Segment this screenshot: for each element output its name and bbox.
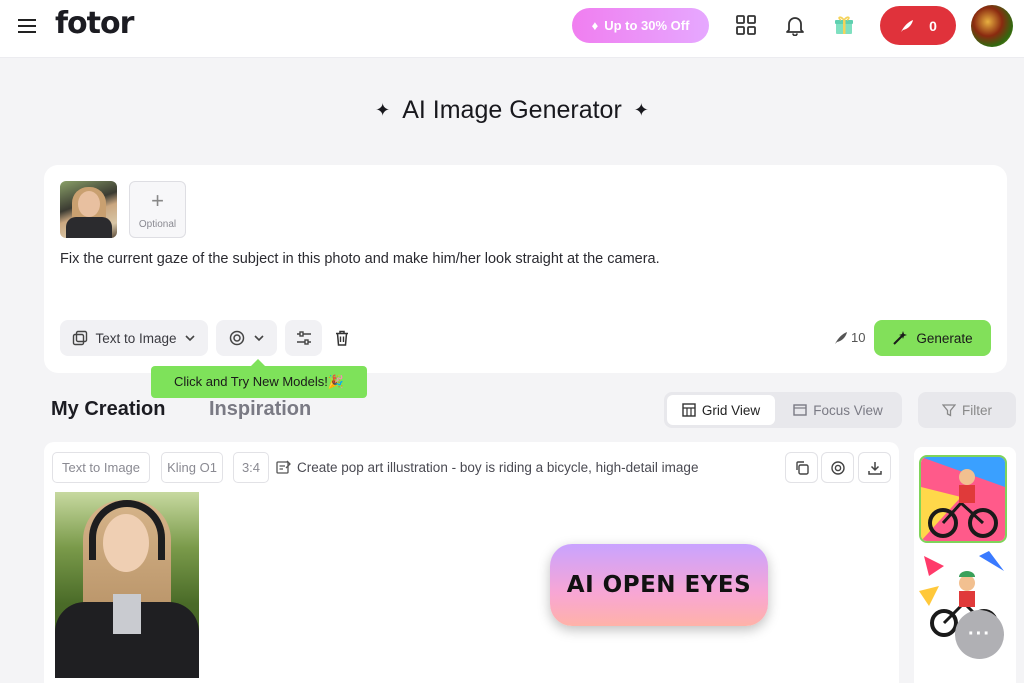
apps-grid-icon[interactable] [735, 14, 757, 36]
history-thumbnail-selected[interactable] [919, 455, 1007, 543]
grid-view-icon [682, 403, 696, 417]
chevron-down-icon [184, 335, 195, 342]
user-avatar[interactable] [971, 5, 1013, 47]
focus-view-icon [793, 404, 807, 416]
page-title-text: AI Image Generator [402, 96, 622, 124]
top-header: fotor ♦ Up to 30% Off 0 [0, 0, 1024, 58]
plus-icon: + [151, 188, 164, 213]
model-info-button[interactable] [821, 452, 854, 483]
promo-button[interactable]: ♦ Up to 30% Off [572, 8, 709, 43]
cost-value: 10 [851, 330, 866, 345]
bell-icon[interactable] [784, 14, 806, 36]
filter-label: Filter [962, 402, 992, 418]
trash-icon[interactable] [333, 329, 351, 347]
promo-label: Up to 30% Off [604, 18, 690, 33]
copy-button[interactable] [785, 452, 818, 483]
focus-view-button[interactable]: Focus View [779, 395, 897, 425]
hamburger-menu-icon[interactable] [17, 16, 37, 36]
chevron-down-icon [254, 335, 264, 342]
model-dropdown[interactable] [216, 320, 277, 356]
feather-icon [901, 19, 914, 32]
grid-view-label: Grid View [701, 402, 761, 418]
model-tag: Kling O1 [161, 452, 223, 483]
download-button[interactable] [858, 452, 891, 483]
filter-button[interactable]: Filter [918, 392, 1016, 428]
edit-prompt-icon [276, 460, 291, 474]
ratio-tag: 3:4 [233, 452, 269, 483]
sliders-icon [296, 331, 311, 345]
pop-art-thumbnail [921, 457, 1005, 541]
result-prompt[interactable]: Create pop art illustration - boy is rid… [276, 460, 698, 475]
magic-wand-icon [893, 331, 908, 345]
diamond-icon: ♦ [591, 18, 599, 33]
mode-label: Text to Image [95, 330, 177, 346]
image-mode-icon [73, 330, 88, 346]
new-models-tooltip[interactable]: Click and Try New Models!🎉 [151, 359, 367, 398]
focus-view-label: Focus View [813, 402, 883, 418]
copy-icon [795, 460, 809, 475]
filter-icon [942, 404, 956, 417]
mode-dropdown[interactable]: Text to Image [60, 320, 208, 356]
feather-icon [835, 331, 847, 344]
generated-image[interactable] [55, 492, 199, 678]
prompt-card: + Optional Fix the current gaze of the s… [44, 165, 1007, 373]
ai-open-eyes-badge: AI OPEN EYES [550, 544, 768, 626]
credits-count: 0 [929, 17, 937, 34]
model-logo-icon [830, 460, 845, 475]
grid-view-button[interactable]: Grid View [667, 395, 775, 425]
settings-button[interactable] [285, 320, 322, 356]
prompt-input[interactable]: Fix the current gaze of the subject in t… [60, 251, 660, 267]
fotor-logo[interactable]: fotor [55, 6, 134, 41]
sparkle-icon: ✦ [375, 100, 391, 120]
result-prompt-text: Create pop art illustration - boy is rid… [297, 460, 699, 475]
more-options-button[interactable]: ··· [955, 610, 1004, 659]
generate-button[interactable]: Generate [874, 320, 991, 356]
tab-inspiration[interactable]: Inspiration [209, 398, 311, 421]
reference-image-thumbnail[interactable] [60, 181, 117, 238]
gift-icon[interactable] [833, 14, 855, 36]
credits-button[interactable]: 0 [880, 6, 956, 45]
page-title: ✦ AI Image Generator ✦ [0, 96, 1024, 125]
generate-label: Generate [916, 330, 973, 346]
tab-my-creation[interactable]: My Creation [51, 398, 165, 421]
model-logo-icon [229, 330, 245, 346]
view-toggle: Grid View Focus View [664, 392, 902, 428]
download-icon [867, 461, 882, 475]
mode-tag: Text to Image [52, 452, 150, 483]
add-optional-image-button[interactable]: + Optional [129, 181, 186, 238]
result-card: Text to Image Kling O1 3:4 Create pop ar… [44, 442, 899, 683]
sparkle-icon: ✦ [633, 100, 649, 120]
optional-label: Optional [138, 219, 177, 230]
generation-cost: 10 [834, 330, 865, 345]
more-dots-icon: ··· [968, 623, 991, 645]
